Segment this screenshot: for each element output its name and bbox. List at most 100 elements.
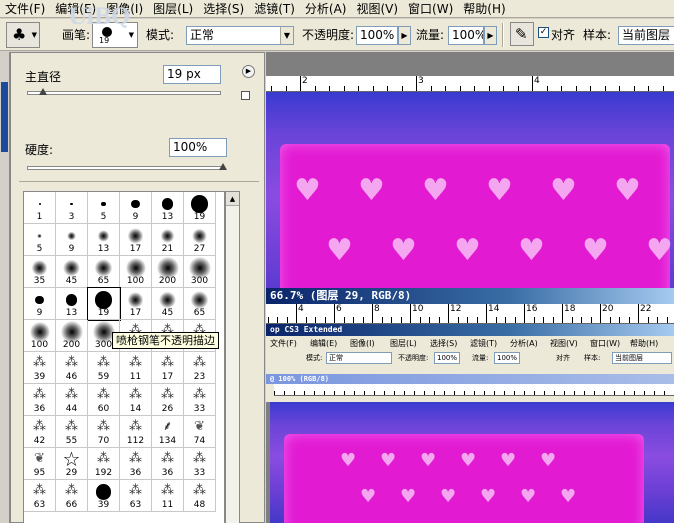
brush-preset[interactable]: ⁂ 66 <box>56 480 88 512</box>
brush-preset[interactable]: ⁂ 17 <box>152 352 184 384</box>
brush-preset[interactable]: 13 <box>152 192 184 224</box>
hardness-input[interactable]: 100% <box>169 138 227 157</box>
secondary-opacity-input[interactable]: 100% <box>434 352 460 364</box>
brush-picker[interactable]: 19 ▼ <box>92 22 138 48</box>
menu-layer[interactable]: 图层(L) <box>148 0 198 18</box>
brush-preset[interactable]: 9 <box>56 224 88 256</box>
brush-preset[interactable]: 35 <box>24 256 56 288</box>
brush-preset[interactable]: ⁂ 26 <box>152 384 184 416</box>
brush-preset[interactable]: 27 <box>184 224 216 256</box>
brush-preset[interactable]: ⸙ 134 <box>152 416 184 448</box>
menu-image[interactable]: 图像(I) <box>101 0 148 18</box>
align-checkbox[interactable]: ✓ <box>538 27 549 38</box>
brush-preset[interactable]: 19 <box>87 287 121 321</box>
brush-grid-scrollbar[interactable]: ▲ <box>225 191 240 523</box>
brush-preset[interactable]: ⁂ 23 <box>184 352 216 384</box>
menu-view[interactable]: 视图(V) <box>351 0 403 18</box>
menu-help[interactable]: 帮助(H) <box>458 0 510 18</box>
brush-preset[interactable]: ⁂ 46 <box>56 352 88 384</box>
menu-filter[interactable]: 滤镜(T) <box>249 0 300 18</box>
brush-preset[interactable]: 17 <box>120 288 152 320</box>
menu-edit[interactable]: 编辑(E) <box>50 0 101 18</box>
flow-input[interactable]: 100% <box>448 26 484 45</box>
brush-preset[interactable]: 100 <box>24 320 56 352</box>
menu-select[interactable]: 选择(S) <box>198 0 249 18</box>
brush-preset[interactable]: ⁂ 42 <box>24 416 56 448</box>
save-preset-icon[interactable] <box>241 91 250 100</box>
brush-preset[interactable]: 3 <box>56 192 88 224</box>
brush-size-label: 74 <box>193 436 206 446</box>
brush-preset[interactable]: ⁂ 48 <box>184 480 216 512</box>
horizontal-ruler[interactable]: 2 3 4 <box>266 76 674 92</box>
brush-preset[interactable]: 65 <box>184 288 216 320</box>
brush-preset[interactable]: 300 <box>184 256 216 288</box>
menu-analysis[interactable]: 分析(A) <box>300 0 352 18</box>
secondary-sample-select[interactable]: 当前图层 <box>612 352 672 364</box>
brush-preset[interactable]: 5 <box>24 224 56 256</box>
brush-preset[interactable]: ⁂ 44 <box>56 384 88 416</box>
mode-select[interactable]: 正常 ▼ <box>186 26 294 45</box>
soft-round-brush-icon <box>192 228 207 244</box>
texture-brush-icon: ⁂ <box>97 451 110 466</box>
brush-preset[interactable]: 21 <box>152 224 184 256</box>
brush-preset[interactable]: ☆ 29 <box>56 448 88 480</box>
hardness-thumb[interactable] <box>219 163 227 170</box>
secondary-flow-input[interactable]: 100% <box>494 352 520 364</box>
brush-preset[interactable]: ⁂ 63 <box>24 480 56 512</box>
toolbox-highlight <box>1 82 8 152</box>
brush-preset[interactable]: ⁂ 36 <box>24 384 56 416</box>
brush-preset[interactable]: ⁂ 70 <box>88 416 120 448</box>
brush-preset[interactable]: ⁂ 112 <box>120 416 152 448</box>
brush-preset[interactable]: 45 <box>56 256 88 288</box>
brush-preset[interactable]: 200 <box>56 320 88 352</box>
brush-preset[interactable]: 65 <box>88 256 120 288</box>
brush-preset[interactable]: ❦ 95 <box>24 448 56 480</box>
brush-preset[interactable]: 100 <box>120 256 152 288</box>
brush-preset[interactable]: ⁂ 63 <box>120 480 152 512</box>
hard-round-brush-icon <box>70 202 73 206</box>
tool-preset-picker[interactable]: ♣ ▼ <box>6 22 40 48</box>
brush-preset[interactable]: ⁂ 192 <box>88 448 120 480</box>
secondary-mode-select[interactable]: 正常 <box>326 352 392 364</box>
brush-preset[interactable]: 45 <box>152 288 184 320</box>
brush-preset[interactable]: 17 <box>120 224 152 256</box>
brush-preset[interactable]: ⁂ 39 <box>24 352 56 384</box>
brush-preset[interactable]: ⁂ 60 <box>88 384 120 416</box>
hardness-slider[interactable] <box>27 166 223 170</box>
brush-preset[interactable]: ⁂ 11 <box>152 480 184 512</box>
brush-preset[interactable]: 9 <box>120 192 152 224</box>
brush-preset[interactable]: 9 <box>24 288 56 320</box>
brush-preset[interactable]: ⁂ 59 <box>88 352 120 384</box>
master-diameter-slider[interactable] <box>27 91 221 95</box>
brush-preset[interactable]: 1 <box>24 192 56 224</box>
brush-preset[interactable]: 5 <box>88 192 120 224</box>
brush-preset[interactable]: 19 <box>184 192 216 224</box>
brush-preset[interactable]: ⁂ 14 <box>120 384 152 416</box>
sample-select[interactable]: 当前图层 <box>618 26 674 45</box>
brush-preset[interactable]: ⁂ 36 <box>120 448 152 480</box>
brush-preset[interactable]: ⁂ 33 <box>184 384 216 416</box>
brush-size-label: 192 <box>94 468 113 478</box>
brush-preset[interactable]: 39 <box>88 480 120 512</box>
flow-slider-button[interactable]: ▶ <box>484 26 497 45</box>
brush-preset[interactable]: ❦ 74 <box>184 416 216 448</box>
menu-file[interactable]: 文件(F) <box>0 0 50 18</box>
brush-preset[interactable]: ⁂ 55 <box>56 416 88 448</box>
master-diameter-thumb[interactable] <box>38 88 47 95</box>
opacity-slider-button[interactable]: ▶ <box>398 26 411 45</box>
ruler-tick <box>400 317 402 323</box>
brush-preset[interactable]: ⁂ 11 <box>120 352 152 384</box>
brush-preset[interactable]: ⁂ 33 <box>184 448 216 480</box>
panel-menu-button[interactable]: ▶ <box>242 65 255 78</box>
brush-preset[interactable]: 13 <box>88 224 120 256</box>
brush-preset[interactable]: 200 <box>152 256 184 288</box>
secondary-horizontal-ruler[interactable]: 4681012141618202224 <box>266 304 674 324</box>
brush-preset[interactable]: ⁂ 36 <box>152 448 184 480</box>
opacity-input[interactable]: 100% <box>356 26 398 45</box>
brush-preset[interactable]: 13 <box>56 288 88 320</box>
menu-window[interactable]: 窗口(W) <box>403 0 458 18</box>
document-title-bar[interactable]: 66.7% (图层 29, RGB/8) <box>266 288 674 304</box>
scroll-up-button[interactable]: ▲ <box>226 192 239 206</box>
airbrush-toggle[interactable]: ✎ <box>510 22 534 46</box>
master-diameter-input[interactable]: 19 px <box>163 65 221 84</box>
